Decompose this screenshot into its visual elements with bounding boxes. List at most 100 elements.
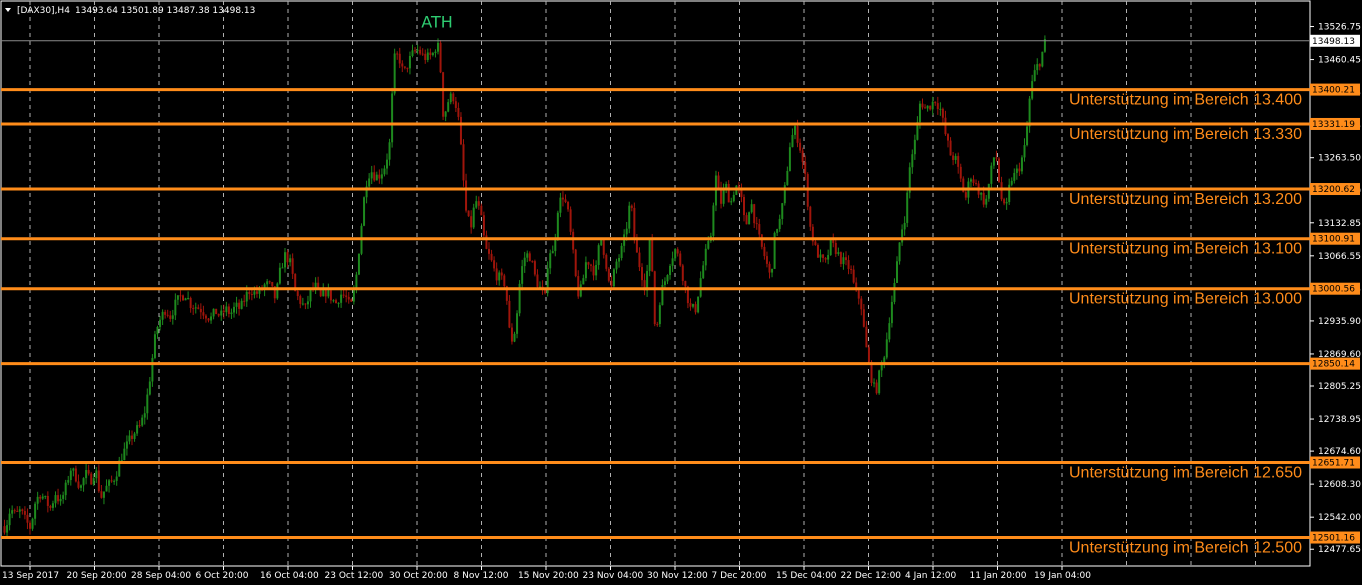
candle: [781, 202, 784, 225]
candle: [503, 273, 506, 290]
support-level-label: Unterstützung im Bereich 13.200: [1069, 191, 1302, 208]
level-price-tag: 12651.71: [1310, 456, 1360, 469]
candle: [470, 210, 473, 234]
x-tick-label: 4 Jan 12:00: [905, 571, 957, 581]
ath-annotation: ATH: [421, 12, 453, 31]
candle: [54, 491, 57, 508]
candle: [80, 484, 82, 491]
candle: [95, 467, 98, 483]
candle: [539, 281, 541, 288]
candle: [467, 210, 470, 217]
candle: [1041, 51, 1044, 68]
candle: [799, 138, 802, 154]
candle: [465, 173, 468, 213]
candle: [845, 251, 847, 266]
candle: [192, 304, 195, 316]
candle: [638, 247, 641, 272]
candle: [411, 44, 414, 58]
x-tick-label: 30 Nov 12:00: [647, 571, 708, 581]
candle: [34, 501, 37, 526]
candle: [658, 302, 661, 328]
candle: [607, 267, 610, 283]
candle: [314, 277, 317, 294]
candle: [23, 506, 26, 520]
candle: [332, 299, 335, 303]
candle: [936, 96, 939, 115]
candle: [243, 294, 246, 307]
candle: [1018, 162, 1021, 176]
candle: [809, 205, 812, 231]
candle: [750, 199, 753, 214]
candle: [669, 263, 672, 280]
candle: [949, 137, 952, 156]
candle: [985, 195, 988, 208]
candle: [572, 228, 575, 254]
candle: [847, 255, 850, 275]
candle: [714, 170, 717, 212]
candle: [697, 296, 700, 314]
candle: [827, 249, 830, 265]
candle: [605, 253, 608, 272]
candle: [210, 312, 213, 324]
candle: [156, 325, 159, 339]
candle: [286, 249, 289, 268]
candle: [120, 453, 123, 462]
candle: [133, 431, 136, 442]
candle: [1008, 178, 1011, 205]
candle: [788, 142, 791, 172]
candle: [199, 303, 202, 320]
candle: [839, 251, 842, 268]
x-tick-label: 20 Sep 20:00: [67, 571, 127, 581]
candle: [908, 162, 911, 199]
candle: [778, 214, 781, 232]
candle: [893, 278, 896, 305]
candle: [1005, 197, 1008, 210]
candle: [822, 254, 825, 263]
candle: [510, 323, 513, 345]
candle: [523, 251, 526, 273]
candle: [49, 504, 52, 511]
candle: [36, 491, 39, 510]
candle: [386, 153, 388, 175]
candle: [233, 302, 235, 318]
y-tick-label: 12477.65: [1318, 545, 1361, 555]
candle: [289, 254, 292, 267]
candle: [480, 203, 483, 216]
candle: [1036, 58, 1039, 75]
candle: [51, 500, 54, 511]
candle: [442, 71, 445, 121]
candle: [577, 270, 580, 299]
candle: [340, 288, 343, 308]
candle: [108, 479, 111, 493]
candle: [421, 48, 424, 56]
candle: [268, 280, 271, 285]
candle: [998, 157, 1000, 183]
candle: [987, 183, 990, 202]
candle: [345, 288, 348, 303]
candle: [694, 301, 697, 315]
chevron-down-icon[interactable]: [5, 8, 11, 12]
candle: [171, 309, 174, 325]
candle: [383, 165, 386, 177]
candle: [500, 268, 503, 280]
candle: [184, 297, 187, 301]
candle: [347, 291, 350, 304]
candle: [306, 295, 309, 309]
candle: [194, 302, 197, 314]
svg-text:13498.13: 13498.13: [1312, 37, 1355, 47]
candle: [87, 464, 90, 476]
candle: [1033, 64, 1036, 82]
candle: [176, 295, 179, 306]
candle: [975, 179, 978, 186]
candle: [462, 139, 465, 187]
candle: [444, 110, 447, 122]
symbol-header[interactable]: [DAX30],H4 13493.64 13501.89 13487.38 13…: [5, 6, 255, 16]
candle: [595, 260, 598, 281]
candle: [748, 211, 751, 225]
candle: [602, 237, 605, 259]
candle: [712, 202, 715, 242]
current-price-tag: 13498.13: [1310, 34, 1360, 47]
candle: [13, 508, 16, 514]
candle: [368, 173, 371, 189]
candle: [125, 435, 128, 456]
